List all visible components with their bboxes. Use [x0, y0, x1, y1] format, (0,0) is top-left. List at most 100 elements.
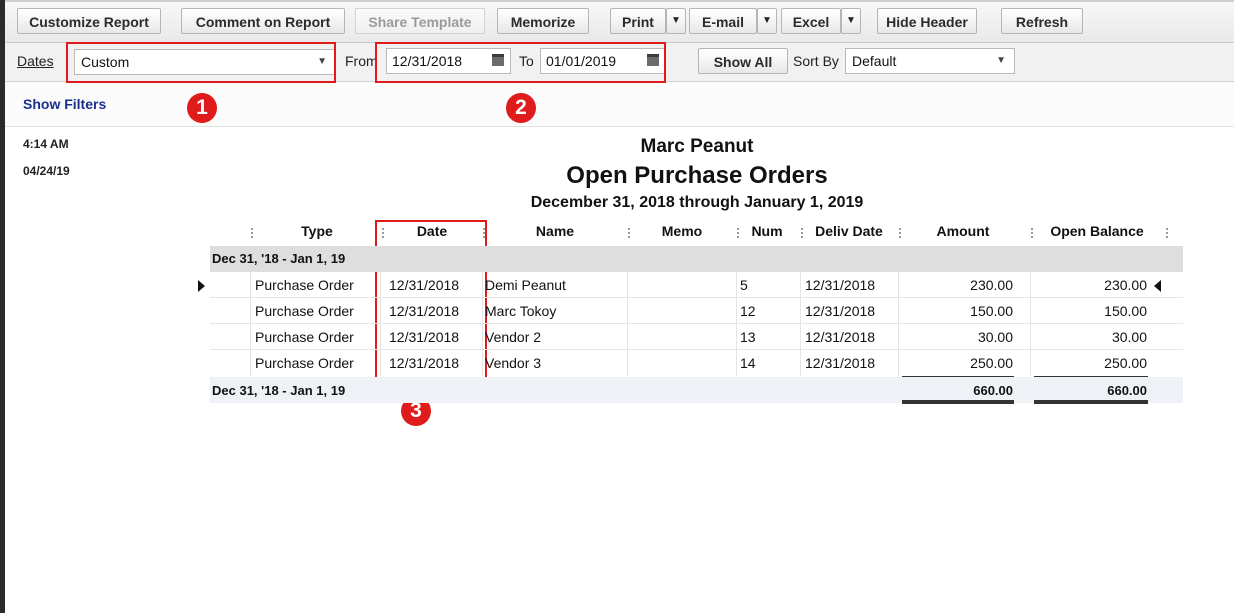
- group-header-row: Dec 31, '18 - Jan 1, 19: [210, 246, 1183, 272]
- cell-divider: [250, 350, 251, 376]
- column-resize-handle[interactable]: [251, 228, 253, 240]
- comment-on-report-button[interactable]: Comment on Report: [181, 8, 345, 34]
- total-double-rule-amount: [902, 400, 1014, 404]
- cell-date: 12/31/2018: [389, 329, 460, 345]
- cell-name: Vendor 3: [485, 355, 542, 371]
- share-template-button[interactable]: Share Template: [355, 8, 485, 34]
- column-header-open-balance[interactable]: Open Balance: [1044, 223, 1150, 239]
- table-row[interactable]: Purchase Order 12/31/2018 Vendor 3 14 12…: [210, 350, 1183, 376]
- column-header-memo[interactable]: Memo: [647, 223, 717, 239]
- cell-divider: [250, 272, 251, 298]
- cell-divider: [736, 324, 737, 350]
- cell-divider: [800, 298, 801, 324]
- from-label: From: [345, 53, 378, 69]
- customize-report-button[interactable]: Customize Report: [17, 8, 161, 34]
- cell-divider: [898, 324, 899, 350]
- cell-divider: [800, 350, 801, 376]
- cell-deliv-date: 12/31/2018: [805, 355, 876, 371]
- table-row[interactable]: Purchase Order 12/31/2018 Vendor 2 13 12…: [210, 324, 1183, 350]
- column-resize-handle[interactable]: [628, 228, 630, 240]
- cell-divider: [380, 324, 381, 350]
- column-header-amount[interactable]: Amount: [928, 223, 998, 239]
- cell-divider: [800, 324, 801, 350]
- cell-amount: 30.00: [977, 329, 1013, 345]
- total-double-rule-open-balance: [1034, 400, 1148, 404]
- annotation-badge-2: 2: [506, 93, 536, 123]
- cell-open-balance: 30.00: [1111, 329, 1147, 345]
- cell-deliv-date: 12/31/2018: [805, 277, 876, 293]
- cell-divider: [482, 324, 483, 350]
- column-resize-handle[interactable]: [382, 228, 384, 240]
- excel-button[interactable]: Excel: [781, 8, 841, 34]
- print-dropdown-arrow-icon[interactable]: ▼: [666, 8, 686, 34]
- excel-dropdown-arrow-icon[interactable]: ▼: [841, 8, 861, 34]
- cell-divider: [1030, 298, 1031, 324]
- print-button[interactable]: Print: [610, 8, 666, 34]
- cell-num: 13: [740, 329, 756, 345]
- cell-type: Purchase Order: [255, 355, 354, 371]
- column-header-type[interactable]: Type: [282, 223, 352, 239]
- hide-header-button[interactable]: Hide Header: [877, 8, 977, 34]
- cell-divider: [482, 350, 483, 376]
- group-label: Dec 31, '18 - Jan 1, 19: [212, 251, 346, 266]
- cell-open-balance: 230.00: [1104, 277, 1147, 293]
- column-header-date[interactable]: Date: [397, 223, 467, 239]
- email-dropdown-arrow-icon[interactable]: ▼: [757, 8, 777, 34]
- cell-open-balance: 150.00: [1104, 303, 1147, 319]
- column-header-num[interactable]: Num: [747, 223, 787, 239]
- table-header: Type Date Name Memo Num Deliv Date Amoun…: [210, 220, 1183, 244]
- cell-divider: [736, 350, 737, 376]
- column-resize-handle[interactable]: [1031, 228, 1033, 240]
- cell-type: Purchase Order: [255, 277, 354, 293]
- cell-divider: [898, 298, 899, 324]
- cell-divider: [380, 272, 381, 298]
- report-title: Open Purchase Orders: [566, 162, 828, 189]
- cell-divider: [250, 324, 251, 350]
- annotation-badge-1: 1: [187, 93, 217, 123]
- cell-divider: [898, 350, 899, 376]
- cell-amount: 250.00: [970, 355, 1013, 371]
- total-open-balance: 660.00: [1107, 383, 1147, 398]
- cell-divider: [627, 350, 628, 376]
- cell-open-balance: 250.00: [1104, 355, 1147, 371]
- cell-divider: [627, 272, 628, 298]
- column-resize-handle[interactable]: [1166, 228, 1168, 240]
- column-resize-handle[interactable]: [899, 228, 901, 240]
- cell-amount: 230.00: [970, 277, 1013, 293]
- show-filters-link[interactable]: Show Filters: [23, 96, 106, 112]
- cell-divider: [1030, 350, 1031, 376]
- cell-name: Demi Peanut: [485, 277, 566, 293]
- report-toolbar: Customize Report Comment on Report Share…: [5, 2, 1234, 43]
- total-amount: 660.00: [973, 383, 1013, 398]
- cell-deliv-date: 12/31/2018: [805, 329, 876, 345]
- column-resize-handle[interactable]: [483, 228, 485, 240]
- cell-divider: [380, 298, 381, 324]
- cell-amount: 150.00: [970, 303, 1013, 319]
- cell-type: Purchase Order: [255, 303, 354, 319]
- chevron-down-icon: ▼: [996, 55, 1006, 66]
- column-resize-handle[interactable]: [737, 228, 739, 240]
- table-row[interactable]: Purchase Order 12/31/2018 Demi Peanut 5 …: [210, 272, 1183, 298]
- sort-by-select[interactable]: Default ▼: [845, 48, 1015, 74]
- cell-name: Vendor 2: [485, 329, 542, 345]
- row-pointer-right-icon: [198, 280, 205, 292]
- table-row[interactable]: Purchase Order 12/31/2018 Marc Tokoy 12 …: [210, 298, 1183, 324]
- cell-divider: [736, 298, 737, 324]
- email-button[interactable]: E-mail: [689, 8, 757, 34]
- column-header-name[interactable]: Name: [520, 223, 590, 239]
- cell-date: 12/31/2018: [389, 277, 460, 293]
- total-label: Dec 31, '18 - Jan 1, 19: [212, 383, 346, 398]
- show-all-button[interactable]: Show All: [698, 48, 788, 74]
- report-period: December 31, 2018 through January 1, 201…: [530, 194, 864, 211]
- memorize-button[interactable]: Memorize: [497, 8, 589, 34]
- column-header-deliv-date[interactable]: Deliv Date: [810, 223, 888, 239]
- cell-date: 12/31/2018: [389, 355, 460, 371]
- cell-divider: [482, 298, 483, 324]
- cell-divider: [1030, 324, 1031, 350]
- cell-divider: [482, 272, 483, 298]
- column-resize-handle[interactable]: [801, 228, 803, 240]
- sort-by-value: Default: [852, 53, 897, 69]
- cell-type: Purchase Order: [255, 329, 354, 345]
- cell-date: 12/31/2018: [389, 303, 460, 319]
- refresh-button[interactable]: Refresh: [1001, 8, 1083, 34]
